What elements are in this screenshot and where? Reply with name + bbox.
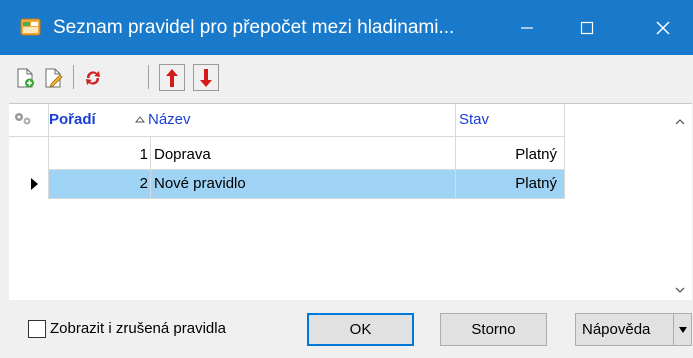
toolbar-separator: [73, 65, 74, 89]
cell-name: Doprava: [154, 146, 211, 163]
dialog-footer: Zobrazit i zrušená pravidla OK Storno Ná…: [0, 300, 693, 358]
maximize-icon: [580, 21, 594, 34]
move-up-icon: [166, 68, 178, 87]
table-row[interactable]: 1 Doprava Platný: [9, 141, 564, 169]
new-icon: [17, 68, 34, 87]
move-down-icon: [200, 68, 212, 87]
edit-button[interactable]: [40, 64, 66, 91]
chevron-down-icon: [678, 326, 687, 333]
ok-button-label: OK: [349, 321, 372, 338]
column-header-name[interactable]: Název: [135, 104, 455, 136]
help-button-label: Nápověda: [582, 321, 651, 338]
move-down-button[interactable]: [193, 64, 219, 91]
help-button[interactable]: Nápověda: [575, 313, 674, 346]
header-divider: [9, 136, 565, 137]
app-icon: [20, 18, 41, 36]
move-up-button[interactable]: [159, 64, 185, 91]
column-header-order[interactable]: Pořadí: [49, 104, 149, 136]
column-divider: [48, 104, 49, 199]
cell-state: Platný: [515, 146, 557, 163]
column-divider: [455, 104, 456, 199]
window-title: Seznam pravidel pro přepočet mezi hladin…: [53, 17, 455, 38]
title-bar[interactable]: Seznam pravidel pro přepočet mezi hladin…: [0, 0, 693, 55]
minimize-icon: [521, 26, 533, 29]
minimize-button[interactable]: [497, 0, 557, 55]
edit-icon: [45, 68, 63, 88]
column-header-state-label: Stav: [459, 111, 490, 128]
refresh-button[interactable]: [80, 64, 106, 91]
cell-order: 1: [139, 146, 148, 163]
close-button[interactable]: [633, 0, 693, 55]
show-cancelled-label[interactable]: Zobrazit i zrušená pravidla: [50, 318, 226, 340]
cancel-button[interactable]: Storno: [440, 313, 547, 346]
column-header-order-label: Pořadí: [49, 111, 96, 128]
row-indicator-header: [9, 104, 45, 136]
column-divider: [564, 104, 565, 199]
help-dropdown-button[interactable]: [673, 313, 692, 346]
table-row-selected[interactable]: 2 Nové pravidlo Platný: [9, 170, 564, 198]
new-button[interactable]: [12, 64, 38, 91]
maximize-button[interactable]: [557, 0, 617, 55]
column-divider: [150, 137, 151, 199]
close-icon: [656, 20, 670, 35]
settings-icon: [15, 113, 31, 125]
cell-order: 2: [49, 170, 150, 198]
dialog-window: Seznam pravidel pro přepočet mezi hladin…: [0, 0, 693, 358]
cancel-button-label: Storno: [471, 321, 516, 338]
column-header-name-label: Název: [148, 111, 191, 128]
row-divider: [49, 198, 565, 199]
rules-grid[interactable]: Pořadí Název Stav 1 Doprava Platný 2 Nov…: [9, 103, 692, 300]
cell-state: Platný: [456, 170, 564, 198]
refresh-icon: [86, 70, 100, 85]
cell-name: Nové pravidlo: [151, 170, 456, 198]
toolbar-separator: [148, 65, 149, 89]
sort-ascending-icon: [135, 116, 145, 123]
current-row-indicator-icon: [31, 178, 38, 190]
show-cancelled-checkbox[interactable]: [28, 320, 46, 338]
scroll-up-icon[interactable]: [674, 116, 686, 128]
toolbar: [0, 55, 693, 100]
scroll-down-icon[interactable]: [674, 284, 686, 296]
ok-button[interactable]: OK: [307, 313, 414, 346]
column-header-state[interactable]: Stav: [456, 104, 564, 136]
